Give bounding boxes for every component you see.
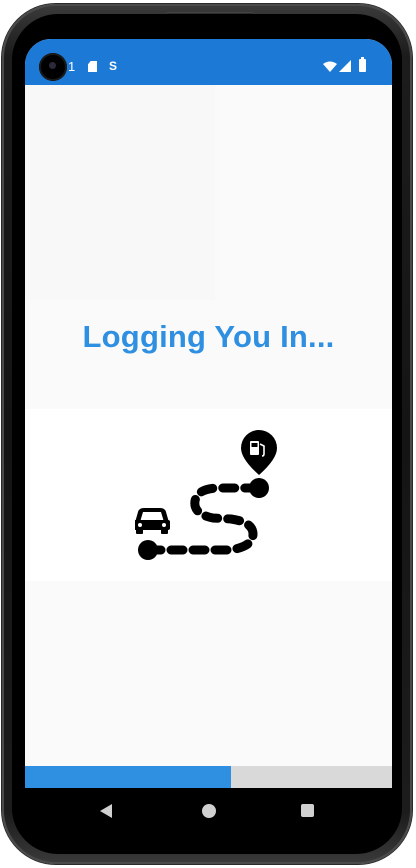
progress-fill — [25, 766, 231, 788]
s-app-icon: S — [109, 59, 118, 73]
login-progress-bar — [25, 766, 392, 788]
page-title: Logging You In... — [82, 319, 335, 354]
screen: 1 S Logging You In... — [25, 39, 392, 788]
camera-cutout — [39, 53, 67, 81]
route-start-icon — [138, 540, 158, 560]
fuel-location-pin-icon — [241, 430, 277, 475]
signal-icon — [339, 60, 351, 72]
title-panel: Logging You In... — [25, 85, 392, 409]
navigation-bar — [25, 788, 392, 834]
sd-card-icon — [88, 61, 97, 72]
home-icon[interactable] — [202, 804, 216, 818]
wifi-icon — [323, 61, 337, 72]
route-illustration — [135, 430, 277, 560]
device-frame: 1 S Logging You In... — [0, 0, 416, 868]
notification-count: 1 — [68, 59, 76, 74]
illustration-panel — [25, 409, 392, 581]
route-end-icon — [249, 478, 269, 498]
battery-icon — [359, 57, 366, 72]
recents-icon[interactable] — [301, 804, 314, 817]
login-content: Logging You In... — [25, 85, 392, 766]
status-bar: 1 S — [25, 39, 392, 85]
car-icon — [135, 508, 170, 534]
back-icon[interactable] — [100, 804, 112, 818]
